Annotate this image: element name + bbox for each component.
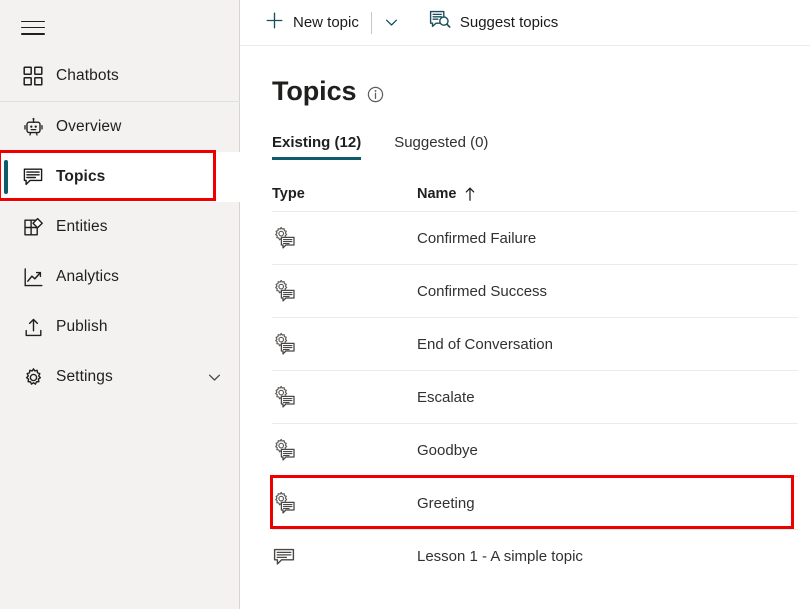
new-topic-button[interactable]: New topic [265, 7, 359, 39]
new-topic-label: New topic [293, 14, 359, 31]
upload-icon [16, 317, 50, 338]
line-chart-icon [16, 267, 50, 288]
command-separator [370, 11, 372, 34]
table-cell-name: End of Conversation [417, 335, 553, 353]
info-circle-icon[interactable] [367, 86, 384, 103]
speech-bubble-filled-icon [16, 166, 50, 188]
column-header-name-label: Name [417, 185, 457, 202]
system-topic-icon [272, 385, 417, 409]
system-topic-icon [272, 279, 417, 303]
table-cell-name: Greeting [417, 494, 475, 512]
sidebar: Chatbots Overview Topics Entities Analyt… [0, 0, 240, 609]
gear-icon [16, 367, 50, 388]
sidebar-item-label: Topics [56, 168, 106, 185]
table-cell-name: Goodbye [417, 441, 478, 459]
table-row-greeting[interactable]: Greeting [272, 477, 798, 530]
system-topic-icon [272, 226, 417, 250]
sidebar-item-label: Entities [56, 218, 108, 235]
table-header-row: Type Name [272, 176, 798, 212]
hamburger-line [21, 32, 45, 35]
chevron-down-icon[interactable] [207, 370, 222, 385]
sidebar-nav: Chatbots Overview Topics Entities Analyt… [0, 51, 240, 402]
sidebar-item-settings[interactable]: Settings [0, 352, 240, 402]
grid-squares-icon [16, 66, 50, 86]
suggest-topics-button[interactable]: Suggest topics [429, 7, 558, 39]
sidebar-item-publish[interactable]: Publish [0, 302, 240, 352]
page-title: Topics [272, 76, 357, 106]
system-topic-icon [272, 438, 417, 462]
sort-ascending-icon [464, 186, 476, 202]
sidebar-item-label: Chatbots [56, 67, 119, 84]
entities-grid-icon [16, 217, 50, 238]
suggest-topics-icon [429, 10, 451, 35]
main-content: New topic Suggest topics Topics Existing… [240, 0, 810, 609]
suggest-topics-label: Suggest topics [459, 14, 559, 31]
table-cell-name: Confirmed Failure [417, 229, 537, 247]
sidebar-item-label: Analytics [56, 268, 119, 285]
table-cell-name: Escalate [417, 388, 475, 406]
plus-icon [265, 11, 284, 35]
column-header-type-label: Type [272, 185, 305, 202]
command-bar: New topic Suggest topics [240, 0, 810, 46]
sidebar-item-label: Overview [56, 118, 122, 135]
sidebar-item-label: Settings [56, 368, 113, 385]
topics-table: Type Name Confirmed Failure Confirmed Su… [240, 176, 810, 582]
active-indicator-bar [4, 160, 8, 194]
sidebar-item-chatbots[interactable]: Chatbots [0, 51, 240, 101]
robot-icon [16, 117, 50, 138]
new-topic-chevron-down-icon[interactable] [381, 9, 403, 37]
sidebar-item-analytics[interactable]: Analytics [0, 252, 240, 302]
column-header-type[interactable]: Type [272, 186, 417, 202]
sidebar-item-overview[interactable]: Overview [0, 102, 240, 152]
system-topic-icon [272, 491, 417, 515]
tab-suggested[interactable]: Suggested (0) [394, 134, 488, 160]
hamburger-line [21, 20, 45, 23]
table-row[interactable]: End of Conversation [272, 318, 798, 371]
tab-existing[interactable]: Existing (12) [272, 134, 362, 160]
tab-list: Existing (12) Suggested (0) [240, 134, 810, 160]
system-topic-icon [272, 332, 417, 356]
table-row[interactable]: Goodbye [272, 424, 798, 477]
hamburger-menu-icon[interactable] [19, 14, 47, 38]
table-row[interactable]: Confirmed Failure [272, 212, 798, 265]
sidebar-item-label: Publish [56, 318, 108, 335]
table-row[interactable]: Lesson 1 - A simple topic [272, 530, 798, 582]
hamburger-line [21, 26, 45, 29]
user-topic-icon [272, 544, 417, 568]
table-row[interactable]: Escalate [272, 371, 798, 424]
sidebar-item-topics[interactable]: Topics [0, 152, 240, 202]
app-root: Chatbots Overview Topics Entities Analyt… [0, 0, 810, 609]
column-header-name[interactable]: Name [417, 186, 476, 202]
table-cell-name: Confirmed Success [417, 282, 548, 300]
table-cell-name: Lesson 1 - A simple topic [417, 547, 583, 565]
sidebar-item-entities[interactable]: Entities [0, 202, 240, 252]
table-row[interactable]: Confirmed Success [272, 265, 798, 318]
page-header: Topics [240, 76, 810, 107]
